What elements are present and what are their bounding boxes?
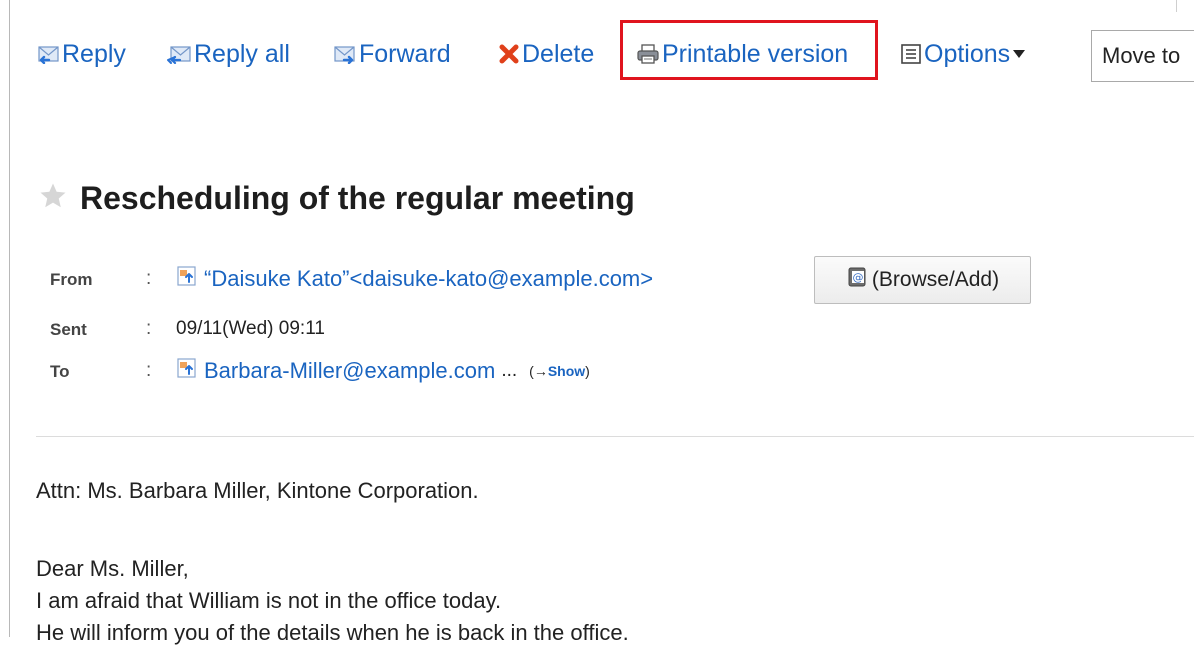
printable-version-link[interactable]: Printable version bbox=[636, 37, 848, 71]
sent-label: Sent bbox=[50, 320, 87, 339]
delete-icon bbox=[498, 43, 520, 65]
reply-all-button[interactable]: Reply all bbox=[166, 37, 290, 71]
browse-add-label: (Browse/Add) bbox=[871, 268, 1000, 291]
recipient-ellipsis: ... bbox=[501, 359, 518, 381]
reply-all-icon bbox=[166, 44, 192, 64]
browse-add-button[interactable]: @ (Browse/Add) bbox=[814, 256, 1031, 304]
list-icon bbox=[900, 43, 922, 65]
show-prefix: (→ bbox=[529, 362, 548, 379]
forward-button[interactable]: Forward bbox=[333, 37, 451, 71]
subject-title: Rescheduling of the regular meeting bbox=[80, 180, 635, 216]
from-colon: : bbox=[146, 268, 152, 289]
chevron-down-icon bbox=[1012, 49, 1026, 59]
header-body-divider bbox=[36, 436, 1194, 437]
recipient-link[interactable]: Barbara-Miller@example.com bbox=[204, 358, 495, 384]
forward-label: Forward bbox=[359, 39, 451, 68]
body-line: Dear Ms. Miller, bbox=[36, 556, 189, 581]
sender-link[interactable]: “Daisuke Kato”<daisuke-kato@example.com> bbox=[204, 266, 653, 292]
sent-datetime: 09/11(Wed) 09:11 bbox=[176, 318, 325, 339]
svg-text:@: @ bbox=[852, 271, 863, 284]
forward-icon bbox=[333, 44, 357, 64]
show-recipients: (→Show) bbox=[529, 363, 590, 379]
from-label: From bbox=[50, 270, 93, 289]
options-label: Options bbox=[924, 39, 1011, 68]
from-value: “Daisuke Kato”<daisuke-kato@example.com> bbox=[176, 265, 653, 292]
to-value: Barbara-Miller@example.com ... (→Show) bbox=[176, 357, 590, 384]
message-subject: Rescheduling of the regular meeting bbox=[38, 180, 635, 217]
star-icon[interactable] bbox=[38, 181, 68, 216]
delete-button[interactable]: Delete bbox=[498, 37, 594, 71]
to-colon: : bbox=[146, 360, 152, 381]
sent-value: 09/11(Wed) 09:11 bbox=[176, 318, 325, 340]
body-line: I am afraid that William is not in the o… bbox=[36, 588, 502, 613]
show-suffix: ) bbox=[585, 362, 590, 379]
address-book-icon: @ bbox=[846, 266, 868, 294]
reply-all-label: Reply all bbox=[194, 39, 290, 68]
contact-icon[interactable] bbox=[176, 357, 198, 384]
printable-version-label: Printable version bbox=[662, 39, 849, 68]
options-dropdown[interactable]: Options bbox=[900, 37, 1026, 71]
body-line: He will inform you of the details when h… bbox=[36, 620, 629, 645]
printer-icon bbox=[636, 43, 660, 65]
show-link[interactable]: Show bbox=[548, 363, 585, 379]
sent-colon: : bbox=[146, 318, 152, 339]
to-label: To bbox=[50, 362, 70, 381]
message-toolbar: Reply Reply all Forward Delete Printable… bbox=[0, 0, 1194, 110]
delete-label: Delete bbox=[522, 39, 595, 68]
move-to-select[interactable]: Move to bbox=[1091, 30, 1194, 82]
reply-button[interactable]: Reply bbox=[36, 37, 126, 71]
body-line: Attn: Ms. Barbara Miller, Kintone Corpor… bbox=[36, 478, 479, 503]
reply-icon bbox=[36, 44, 60, 64]
reply-label: Reply bbox=[62, 39, 126, 68]
contact-icon[interactable] bbox=[176, 265, 198, 292]
move-to-label: Move to bbox=[1102, 43, 1181, 68]
